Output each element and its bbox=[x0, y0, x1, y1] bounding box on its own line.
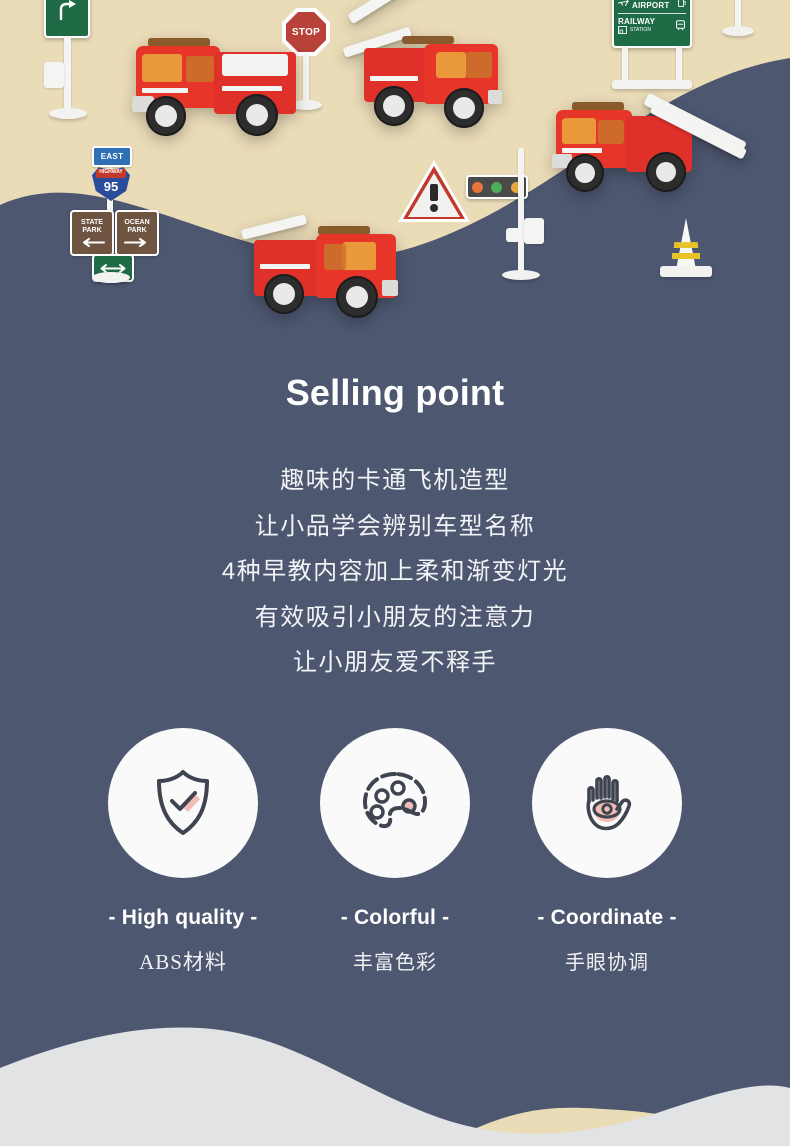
fire-engine-rescue bbox=[240, 196, 412, 318]
feature-icon-circle bbox=[532, 728, 682, 878]
traffic-light-pole bbox=[518, 148, 524, 276]
exclamation-triangle-icon bbox=[430, 184, 438, 201]
state-park-line1: STATE bbox=[81, 219, 103, 226]
selling-point-line: 趣味的卡通飞机造型 bbox=[280, 467, 510, 494]
traffic-light-green bbox=[491, 181, 503, 193]
feature-label: - High quality - bbox=[108, 906, 258, 929]
airplane-icon bbox=[618, 0, 629, 6]
fire-engine-pumper bbox=[118, 34, 308, 136]
traffic-light-red bbox=[472, 181, 484, 193]
paint-palette-icon bbox=[363, 772, 427, 829]
feature-label: - Colorful - bbox=[340, 906, 450, 929]
board-line3: RAILWAY bbox=[618, 17, 656, 26]
route-shield-number: 95 bbox=[103, 179, 119, 194]
board-pole-right bbox=[676, 46, 682, 84]
selling-point-line: 让小品学会辨别车型名称 bbox=[254, 512, 536, 540]
ocean-park-line2: PARK bbox=[127, 227, 147, 234]
highway-cluster-base bbox=[92, 272, 130, 283]
lone-post-base bbox=[722, 26, 754, 36]
feature-icon-circle bbox=[320, 728, 470, 878]
product-detail-page: EXIT STOP EAST bbox=[0, 0, 790, 1146]
selling-point-list: 趣味的卡通飞机造型 让小品学会辨别车型名称 4种早教内容加上柔和渐变灯光 有效吸… bbox=[0, 458, 790, 686]
hero-product-photo: EXIT STOP EAST bbox=[0, 0, 790, 330]
arrow-right-icon bbox=[124, 238, 146, 247]
route-shield-top-label: HIGHWAY bbox=[99, 169, 123, 175]
state-park-line2: PARK bbox=[82, 227, 102, 234]
selling-point-title: Selling point bbox=[285, 372, 505, 413]
ocean-park-line1: OCEAN bbox=[124, 219, 150, 226]
fire-engine-ladder bbox=[548, 92, 748, 198]
train-icon bbox=[676, 20, 685, 31]
feature-sublabel: 丰富色彩 bbox=[353, 952, 437, 974]
exit-sign-base bbox=[49, 108, 87, 119]
bottom-wave-decoration bbox=[0, 1027, 790, 1146]
hotel-icon bbox=[618, 26, 627, 34]
board-line4: STATION bbox=[630, 27, 651, 33]
feature-item-high-quality: - High quality - ABS材料 bbox=[108, 728, 258, 976]
turn-right-arrow-icon bbox=[59, 0, 76, 21]
selling-point-line: 有效吸引小朋友的注意力 bbox=[254, 603, 536, 631]
board-line2: AIRPORT bbox=[632, 1, 670, 10]
feature-sublabel: 手眼协调 bbox=[565, 952, 649, 974]
traffic-light-box bbox=[524, 218, 544, 244]
board-base-bar bbox=[612, 80, 692, 89]
board-pole-left bbox=[622, 46, 628, 84]
hand-eye-icon bbox=[586, 774, 632, 831]
fire-engine-aerial-boom bbox=[340, 0, 520, 128]
shield-check-icon bbox=[157, 770, 209, 835]
feature-highlights: - High quality - ABS材料 - Colorful - 丰富色彩… bbox=[0, 728, 790, 976]
selling-point-line: 4种早教内容加上柔和渐变灯光 bbox=[221, 558, 569, 585]
exit-sign-pole bbox=[64, 36, 71, 114]
traffic-cone-icon bbox=[660, 218, 712, 280]
selling-point-line: 让小朋友爱不释手 bbox=[293, 649, 497, 676]
feature-item-coordinate: - Coordinate - 手眼协调 bbox=[532, 728, 682, 976]
direction-sign-east: EAST bbox=[92, 146, 132, 167]
exit-sign-clip bbox=[44, 62, 64, 88]
direction-sign-east-label: EAST bbox=[100, 152, 124, 161]
route-shield-95: HIGHWAY 95 bbox=[92, 165, 130, 201]
feature-label: - Coordinate - bbox=[537, 906, 677, 929]
feature-item-colorful: - Colorful - 丰富色彩 bbox=[320, 728, 470, 976]
sign-ocean-park: OCEAN PARK bbox=[115, 210, 159, 256]
fuel-icon bbox=[678, 0, 686, 7]
arrow-left-icon bbox=[83, 238, 105, 247]
traffic-light-base bbox=[502, 270, 540, 280]
traffic-light-clip bbox=[506, 228, 520, 242]
wave-gray-layer bbox=[0, 1027, 790, 1146]
feature-sublabel: ABS材料 bbox=[139, 950, 227, 974]
feature-icon-circle bbox=[108, 728, 258, 878]
exit-sign-panel: EXIT bbox=[44, 0, 90, 38]
sign-state-park: STATE PARK bbox=[70, 210, 114, 256]
